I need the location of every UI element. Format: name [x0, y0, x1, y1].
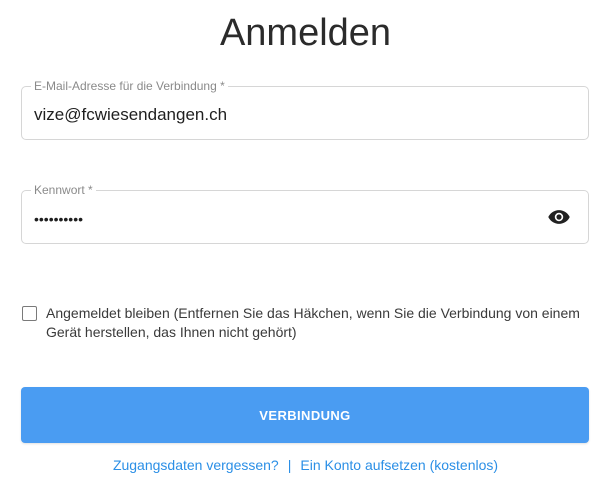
page-title: Anmelden	[219, 12, 392, 54]
email-field-label: E-Mail-Adresse für die Verbindung *	[31, 79, 228, 94]
eye-icon[interactable]	[548, 209, 570, 225]
password-field[interactable]: Kennwort * ••••••••••	[21, 183, 589, 244]
remember-me-label[interactable]: Angemeldet bleiben (Entfernen Sie das Hä…	[46, 304, 582, 342]
email-field[interactable]: E-Mail-Adresse für die Verbindung * vize…	[21, 79, 589, 140]
create-account-link[interactable]: Ein Konto aufsetzen (kostenlos)	[300, 457, 498, 473]
login-button[interactable]: VERBINDUNG	[21, 387, 589, 443]
password-field-value[interactable]: ••••••••••	[34, 209, 83, 229]
forgot-credentials-link[interactable]: Zugangsdaten vergessen?	[113, 457, 279, 473]
footer-links: Zugangsdaten vergessen? | Ein Konto aufset…	[0, 456, 611, 474]
link-separator: |	[287, 457, 292, 473]
email-field-value[interactable]: vize@fcwiesendangen.ch	[34, 105, 227, 125]
remember-me-checkbox[interactable]	[22, 306, 37, 321]
password-field-label: Kennwort *	[31, 183, 96, 198]
